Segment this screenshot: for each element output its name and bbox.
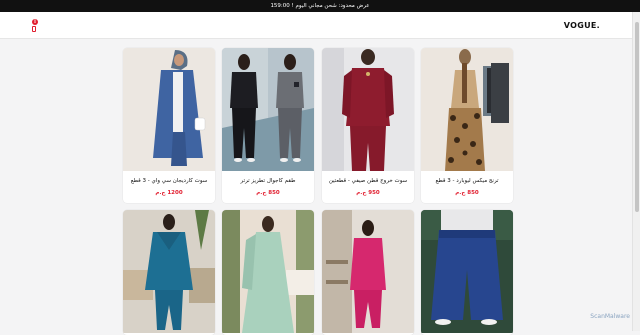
promo-text: عرض محدود: شحن مجاني اليوم ! 159:00 — [270, 3, 369, 9]
product-price: 1200 ج.م — [123, 190, 215, 196]
product-card[interactable] — [421, 210, 513, 335]
scrollbar-thumb[interactable] — [635, 22, 639, 212]
product-image[interactable] — [222, 210, 314, 333]
cart-count-badge: 0 — [32, 19, 38, 25]
product-card[interactable] — [322, 210, 414, 335]
product-card[interactable]: طقم كاجوال تطريز ترتر 850 ج.م — [222, 48, 314, 203]
product-image[interactable] — [421, 48, 513, 171]
logo[interactable]: VOGUE. — [564, 21, 600, 30]
product-price: 850 ج.م — [421, 190, 513, 196]
product-title[interactable]: ترنج ميكس ليوبارد - 3 قطع — [421, 178, 513, 184]
product-image[interactable] — [123, 48, 215, 171]
promo-bar: عرض محدود: شحن مجاني اليوم ! 159:00 — [0, 0, 640, 12]
site-header: VOGUE. 0 — [0, 12, 632, 39]
product-title[interactable]: سوت خروج قطن صيفي - قطعتين — [322, 178, 414, 184]
product-image[interactable] — [421, 210, 513, 333]
product-title[interactable]: سوت كارديجان سي واي - 3 قطع — [123, 178, 215, 184]
product-image[interactable] — [123, 210, 215, 333]
product-title[interactable]: طقم كاجوال تطريز ترتر — [222, 178, 314, 184]
shopping-bag-icon — [32, 26, 36, 32]
watermark: ScanMalware — [590, 313, 630, 320]
product-card[interactable]: سوت كارديجان سي واي - 3 قطع 1200 ج.م — [123, 48, 215, 203]
product-price: 950 ج.م — [322, 190, 414, 196]
product-card[interactable] — [222, 210, 314, 335]
scrollbar[interactable] — [632, 12, 640, 331]
product-card[interactable]: ترنج ميكس ليوبارد - 3 قطع 850 ج.م — [421, 48, 513, 203]
product-card[interactable] — [123, 210, 215, 335]
product-price: 850 ج.م — [222, 190, 314, 196]
product-image[interactable] — [322, 210, 414, 333]
product-image[interactable] — [222, 48, 314, 171]
product-card[interactable]: سوت خروج قطن صيفي - قطعتين 950 ج.م — [322, 48, 414, 203]
product-image[interactable] — [322, 48, 414, 171]
cart-button[interactable]: 0 — [30, 19, 42, 33]
